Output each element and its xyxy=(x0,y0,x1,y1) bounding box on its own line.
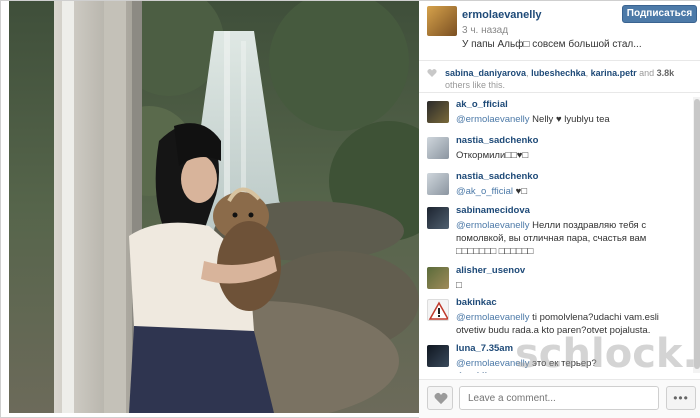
comment-mention[interactable]: @ermolaevanelly xyxy=(456,114,530,125)
comment-text: @ak_o_fficial ♥□ xyxy=(456,185,684,198)
likes-summary: sabina_daniyarova, lubeshechka, karina.p… xyxy=(419,63,700,93)
commenter-username[interactable]: bakinkac xyxy=(456,297,497,308)
comments-scrollbar[interactable] xyxy=(693,97,700,373)
post-timestamp[interactable]: 3 ч. назад xyxy=(462,25,508,36)
likes-suffix: others like this. xyxy=(445,80,506,90)
comment-text: @ermolaevanelly Nelly ♥ lyublyu tea xyxy=(456,113,684,126)
commenter-username[interactable]: alisher_usenov xyxy=(456,265,525,276)
commenter-username[interactable]: sabinamecidova xyxy=(456,205,530,216)
commenter-username[interactable]: nastia_sadchenko xyxy=(456,171,538,182)
commenter-avatar[interactable] xyxy=(427,345,449,367)
commenter-username[interactable]: luna_7.35am xyxy=(456,343,513,354)
post-header: ermolaevanelly 3 ч. назад У папы Альф□ с… xyxy=(419,1,700,61)
commenter-avatar[interactable] xyxy=(427,299,449,321)
comment-item: dorakliman xyxy=(419,369,695,373)
comment-body: это ек терьер? xyxy=(529,358,597,369)
comment-body: □ xyxy=(456,280,462,291)
commenter-username[interactable]: ak_o_fficial xyxy=(456,99,508,110)
comment-body: Откормили□□♥□ xyxy=(456,150,529,161)
commenter-avatar[interactable] xyxy=(427,173,449,195)
comment-mention[interactable]: @ermolaevanelly xyxy=(456,312,530,323)
subscribe-button[interactable]: Подписаться xyxy=(622,5,697,23)
scrollbar-thumb[interactable] xyxy=(694,99,700,369)
heart-icon xyxy=(434,392,448,405)
heart-icon xyxy=(427,68,437,77)
comment-composer: ••• xyxy=(419,379,700,418)
comment-body: Nelly ♥ lyublyu tea xyxy=(529,114,610,125)
comment-item: bakinkac @ermolaevanelly ti pomolvlena?u… xyxy=(419,295,695,341)
comment-mention[interactable]: @ak_o_fficial xyxy=(456,186,513,197)
commenter-avatar[interactable] xyxy=(427,101,449,123)
comment-item: alisher_usenov □ xyxy=(419,263,695,295)
comment-mention[interactable]: @ermolaevanelly xyxy=(456,220,530,231)
liker-link[interactable]: lubeshechka xyxy=(531,68,586,78)
likes-count[interactable]: 3.8k xyxy=(657,68,675,78)
comments-list: ak_o_fficial @ermolaevanelly Nelly ♥ lyu… xyxy=(419,97,700,373)
commenter-avatar[interactable] xyxy=(427,207,449,229)
commenter-avatar[interactable] xyxy=(427,137,449,159)
comment-input[interactable] xyxy=(459,386,659,410)
commenter-username[interactable]: dorakliman xyxy=(456,371,507,373)
liker-link[interactable]: sabina_daniyarova xyxy=(445,68,526,78)
post-side-panel: ermolaevanelly 3 ч. назад У папы Альф□ с… xyxy=(419,1,700,418)
likes-and: and xyxy=(636,68,657,78)
post-caption: У папы Альф□ совсем большой стал... xyxy=(462,39,642,50)
warning-sign-icon xyxy=(428,301,448,320)
comment-mention[interactable]: @ermolaevanelly xyxy=(456,358,530,369)
commenter-username[interactable]: nastia_sadchenko xyxy=(456,135,538,146)
ellipsis-icon: ••• xyxy=(673,391,689,405)
owner-avatar[interactable] xyxy=(427,6,457,36)
post-photo[interactable] xyxy=(9,1,419,413)
comment-item: ak_o_fficial @ermolaevanelly Nelly ♥ lyu… xyxy=(419,97,695,131)
owner-username[interactable]: ermolaevanelly xyxy=(462,9,542,21)
instagram-post-window: ermolaevanelly 3 ч. назад У папы Альф□ с… xyxy=(0,0,700,418)
comment-text: □ xyxy=(456,279,684,292)
likes-text: sabina_daniyarova, lubeshechka, karina.p… xyxy=(445,67,697,91)
liker-link[interactable]: karina.petr xyxy=(591,68,637,78)
commenter-avatar[interactable] xyxy=(427,267,449,289)
comment-item: sabinamecidova @ermolaevanelly Нелли поз… xyxy=(419,203,695,261)
comment-item: nastia_sadchenko Откормили□□♥□ xyxy=(419,133,695,167)
photo-illustration xyxy=(9,1,419,413)
comment-body: ♥□ xyxy=(513,186,528,197)
comment-text: Откормили□□♥□ xyxy=(456,149,684,162)
comment-text: @ermolaevanelly Нелли поздравляю тебя с … xyxy=(456,219,684,258)
comment-item: nastia_sadchenko @ak_o_fficial ♥□ xyxy=(419,169,695,203)
more-options-button[interactable]: ••• xyxy=(666,386,696,410)
like-button[interactable] xyxy=(427,386,453,410)
comment-text: @ermolaevanelly ti pomolvlena?udachi vam… xyxy=(456,311,684,337)
